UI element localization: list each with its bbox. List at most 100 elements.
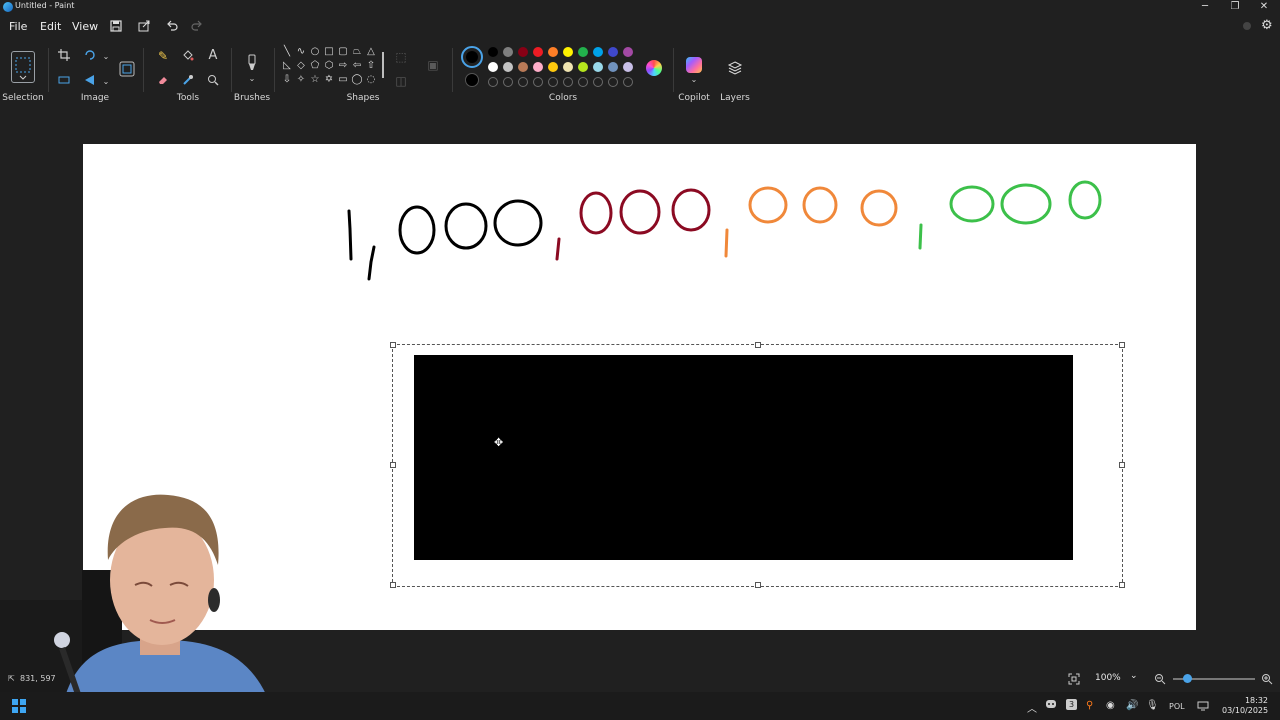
clock-date[interactable]: 03/10/2025 <box>1222 706 1268 715</box>
custom-color-slot[interactable] <box>608 77 618 87</box>
custom-color-slot[interactable] <box>578 77 588 87</box>
clock-time[interactable]: 18:32 <box>1228 696 1268 705</box>
color-swatch[interactable] <box>578 62 588 72</box>
account-icon[interactable] <box>1243 22 1251 30</box>
right-triangle-shape-icon[interactable]: ◺ <box>281 60 293 72</box>
input-language[interactable]: POL <box>1169 702 1185 711</box>
color-swatch[interactable] <box>488 62 498 72</box>
menu-edit[interactable]: Edit <box>40 20 61 33</box>
discord-icon[interactable] <box>1045 699 1057 712</box>
color-swatch[interactable] <box>533 62 543 72</box>
five-point-star-shape-icon[interactable]: ☆ <box>309 74 321 86</box>
notification-badge[interactable]: 3 <box>1066 699 1077 710</box>
text-icon[interactable]: A <box>205 49 221 63</box>
fit-to-window-icon[interactable] <box>1068 673 1080 685</box>
color-swatch[interactable] <box>488 47 498 57</box>
primary-color-button[interactable] <box>461 46 483 68</box>
copilot-icon[interactable] <box>686 57 702 73</box>
resize-icon[interactable] <box>56 74 72 88</box>
color-swatch[interactable] <box>503 47 513 57</box>
search-app-icon[interactable]: ⚲ <box>1086 700 1093 711</box>
fill-bucket-icon[interactable] <box>180 49 196 63</box>
color-swatch[interactable] <box>518 62 528 72</box>
crop-icon[interactable] <box>56 49 72 63</box>
zoom-slider-thumb[interactable] <box>1183 674 1192 683</box>
custom-color-slot[interactable] <box>518 77 528 87</box>
rounded-rectangle-shape-icon[interactable]: ▢ <box>337 46 349 58</box>
color-swatch[interactable] <box>503 62 513 72</box>
resize-handle-left[interactable] <box>390 462 396 468</box>
pencil-icon[interactable]: ✎ <box>155 49 171 63</box>
custom-color-slot[interactable] <box>548 77 558 87</box>
zoom-level-select[interactable]: 100% ⌄ <box>1090 670 1142 686</box>
four-point-star-shape-icon[interactable]: ✧ <box>295 74 307 86</box>
magnifier-icon[interactable] <box>205 74 221 88</box>
undo-icon[interactable] <box>164 20 180 34</box>
selected-black-rectangle[interactable] <box>414 355 1073 560</box>
color-swatch[interactable] <box>593 62 603 72</box>
color-swatch[interactable] <box>593 47 603 57</box>
color-swatch[interactable] <box>548 62 558 72</box>
oval-shape-icon[interactable]: ○ <box>309 46 321 58</box>
outline-icon[interactable]: ⬚ <box>393 50 409 64</box>
chevron-down-icon[interactable]: ⌄ <box>244 72 260 86</box>
triangle-shape-icon[interactable]: △ <box>365 46 377 58</box>
rectangle-shape-icon[interactable]: □ <box>323 46 335 58</box>
resize-handle-right[interactable] <box>1119 462 1125 468</box>
color-swatch[interactable] <box>623 62 633 72</box>
up-arrow-shape-icon[interactable]: ⇧ <box>365 60 377 72</box>
layers-icon[interactable] <box>727 60 743 76</box>
volume-icon[interactable]: 🔊 <box>1126 700 1138 711</box>
left-arrow-shape-icon[interactable]: ⇦ <box>351 60 363 72</box>
network-icon[interactable] <box>1197 701 1209 714</box>
cloud-callout-shape-icon[interactable]: ◌ <box>365 74 377 86</box>
custom-color-slot[interactable] <box>533 77 543 87</box>
line-shape-icon[interactable]: ╲ <box>281 46 293 58</box>
minimize-button[interactable]: ─ <box>1190 0 1220 14</box>
custom-color-slot[interactable] <box>593 77 603 87</box>
color-swatch[interactable] <box>578 47 588 57</box>
resize-handle-bottom-right[interactable] <box>1119 582 1125 588</box>
resize-handle-bottom[interactable] <box>755 582 761 588</box>
windows-start-icon[interactable] <box>12 699 26 713</box>
restore-button[interactable]: ❐ <box>1220 0 1250 14</box>
custom-color-slot[interactable] <box>623 77 633 87</box>
menu-view[interactable]: View <box>72 20 98 33</box>
shape-fill-style-icon[interactable]: ◫ <box>393 74 409 88</box>
settings-gear-icon[interactable]: ⚙ <box>1261 19 1275 33</box>
color-swatch[interactable] <box>563 47 573 57</box>
selection-tool-button[interactable] <box>11 51 35 83</box>
chevron-down-icon[interactable]: ⌄ <box>98 75 114 89</box>
secondary-color-button[interactable] <box>465 73 479 87</box>
diamond-shape-icon[interactable]: ◇ <box>295 60 307 72</box>
image-properties-icon[interactable] <box>119 61 135 77</box>
pentagon-shape-icon[interactable]: ⬠ <box>309 60 321 72</box>
zoom-out-icon[interactable] <box>1154 673 1166 685</box>
color-swatch[interactable] <box>548 47 558 57</box>
color-swatch[interactable] <box>518 47 528 57</box>
color-swatch[interactable] <box>533 47 543 57</box>
fill-icon[interactable]: ▣ <box>425 58 441 72</box>
chevron-down-icon[interactable]: ⌄ <box>98 50 114 64</box>
color-swatch[interactable] <box>623 47 633 57</box>
custom-color-slot[interactable] <box>503 77 513 87</box>
resize-handle-bottom-left[interactable] <box>390 582 396 588</box>
chevron-down-icon[interactable]: ⌄ <box>686 73 702 87</box>
chrome-icon[interactable]: ◉ <box>1106 700 1115 711</box>
shapes-scrollbar[interactable] <box>382 52 384 78</box>
resize-handle-top-right[interactable] <box>1119 342 1125 348</box>
callout-shape-icon[interactable]: ▭ <box>337 74 349 86</box>
chevron-up-icon[interactable]: ︿ <box>1027 700 1037 715</box>
brush-icon[interactable] <box>244 54 260 72</box>
custom-color-slot[interactable] <box>563 77 573 87</box>
color-swatch[interactable] <box>608 62 618 72</box>
save-icon[interactable] <box>108 20 124 34</box>
color-picker-icon[interactable] <box>180 74 196 88</box>
hexagon-shape-icon[interactable]: ⬡ <box>323 60 335 72</box>
polygon-shape-icon[interactable]: ⏢ <box>351 46 363 58</box>
right-arrow-shape-icon[interactable]: ⇨ <box>337 60 349 72</box>
color-swatch[interactable] <box>608 47 618 57</box>
down-arrow-shape-icon[interactable]: ⇩ <box>281 74 293 86</box>
resize-handle-top[interactable] <box>755 342 761 348</box>
redo-icon[interactable] <box>189 20 205 34</box>
